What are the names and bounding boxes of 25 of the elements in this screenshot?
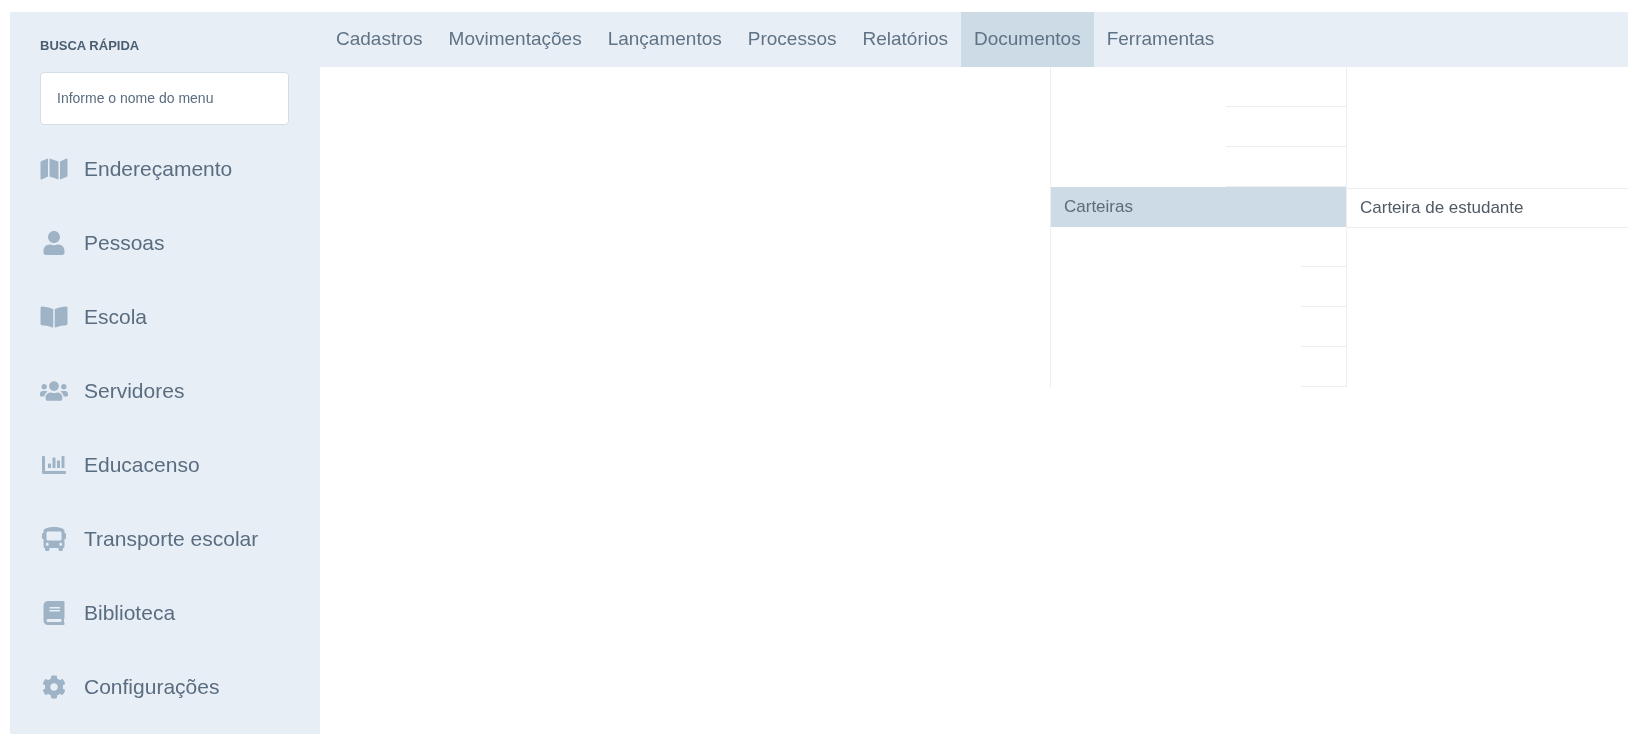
sidebar-item[interactable]: Servidores xyxy=(40,376,290,405)
map-icon xyxy=(40,156,68,181)
sidebar-item[interactable]: Educacenso xyxy=(40,450,290,479)
menu-tab[interactable]: Documentos xyxy=(961,12,1094,67)
search-field[interactable]: Informe o nome do menu xyxy=(40,71,289,125)
menu-tab[interactable]: Cadastros xyxy=(323,12,436,67)
sidebar-item[interactable]: Configurações xyxy=(40,672,290,701)
book-icon xyxy=(40,600,68,625)
menu-tab[interactable]: Movimentações xyxy=(435,12,595,67)
menu-tab[interactable]: Processos xyxy=(734,12,850,67)
sidebar-item[interactable]: Biblioteca xyxy=(40,598,290,627)
settings-icon xyxy=(40,674,68,699)
sidebar-item[interactable]: Transporte escolar xyxy=(40,524,290,553)
open-book-icon xyxy=(40,304,68,329)
users-icon xyxy=(40,378,68,403)
sidebar-item[interactable]: Endereçamento xyxy=(40,154,290,183)
sidebar-title: BUSCA RÁPIDA xyxy=(40,37,141,55)
dropdown-item[interactable]: Carteiras xyxy=(1051,187,1346,227)
submenu-item[interactable]: Carteira de estudante xyxy=(1347,188,1628,228)
bus-icon xyxy=(40,526,68,551)
sidebar-item[interactable]: Escola xyxy=(40,302,290,331)
sidebar-item[interactable]: Pessoas xyxy=(40,228,290,257)
menu-tab[interactable]: Lançamentos xyxy=(594,12,735,67)
menu-tab[interactable]: Ferramentas xyxy=(1093,12,1228,67)
menu-tab[interactable]: Relatórios xyxy=(849,12,961,67)
